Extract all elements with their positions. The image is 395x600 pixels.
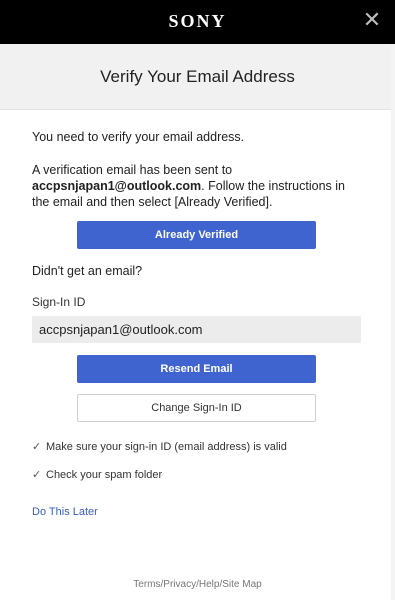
tip-item: ✓ Check your spam folder xyxy=(32,468,162,481)
footer-link-privacy[interactable]: Privacy xyxy=(163,579,196,590)
resend-email-button[interactable]: Resend Email xyxy=(77,355,316,383)
signin-id-label: Sign-In ID xyxy=(32,295,86,309)
top-bar: SONY ✕ xyxy=(0,0,395,44)
signin-id-field: accpsnjapan1@outlook.com xyxy=(32,316,361,343)
close-icon[interactable]: ✕ xyxy=(361,10,383,32)
do-this-later-link[interactable]: Do This Later xyxy=(32,506,98,518)
check-icon: ✓ xyxy=(32,441,42,453)
change-signin-id-button[interactable]: Change Sign-In ID xyxy=(77,394,316,422)
tip-item: ✓ Make sure your sign-in ID (email addres… xyxy=(32,440,287,453)
verification-sent-text: A verification email has been sent to ac… xyxy=(32,162,362,210)
dialog-header: Verify Your Email Address xyxy=(0,44,395,110)
tip-text: Check your spam folder xyxy=(46,469,163,481)
check-icon: ✓ xyxy=(32,469,42,481)
sent-prefix: A verification email has been sent to xyxy=(32,163,233,177)
footer-link-terms[interactable]: Terms xyxy=(133,579,160,590)
didnt-get-email-text: Didn't get an email? xyxy=(32,264,143,278)
sony-logo: SONY xyxy=(168,11,227,31)
page-title: Verify Your Email Address xyxy=(100,67,295,86)
footer-link-help[interactable]: Help xyxy=(199,579,220,590)
email-address-bold: accpsnjapan1@outlook.com xyxy=(32,179,202,193)
footer-link-sitemap[interactable]: Site Map xyxy=(222,579,261,590)
already-verified-button[interactable]: Already Verified xyxy=(77,221,316,249)
intro-text: You need to verify your email address. xyxy=(32,130,245,144)
scrollbar[interactable] xyxy=(391,44,395,600)
tip-text: Make sure your sign-in ID (email address… xyxy=(46,441,287,453)
footer-links: Terms/Privacy/Help/Site Map xyxy=(0,579,395,590)
